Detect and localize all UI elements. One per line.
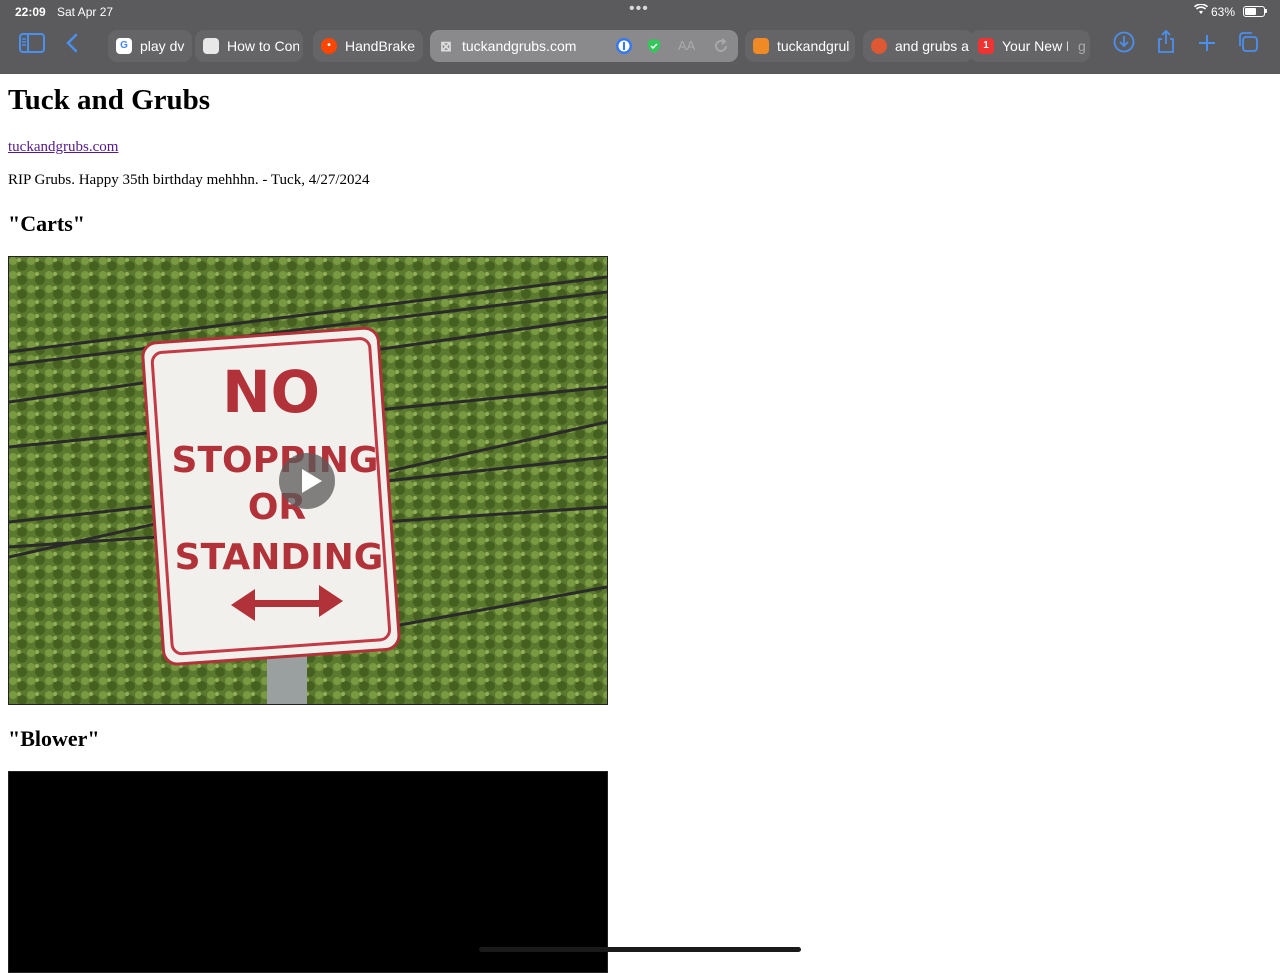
play-icon: [302, 469, 322, 493]
home-indicator[interactable]: [479, 947, 801, 952]
tab-0[interactable]: G play dv f: [108, 30, 192, 62]
download-icon[interactable]: [1112, 30, 1136, 62]
shield-check-icon[interactable]: [646, 38, 662, 57]
page-title: Tuck and Grubs: [8, 84, 211, 116]
status-bar: 22:09 Sat Apr 27 ••• 63%: [0, 0, 1280, 20]
close-icon[interactable]: ⊠: [438, 38, 454, 54]
multitasking-dots-icon[interactable]: •••: [629, 0, 649, 18]
browser-chrome: 22:09 Sat Apr 27 ••• 63% G play dv f How…: [0, 0, 1280, 74]
battery-icon: [1243, 6, 1265, 17]
url-text: tuckandgrubs.com: [462, 38, 577, 54]
reddit-icon: •: [321, 38, 337, 54]
tab-3[interactable]: ⊠ tuckandgrubs.com AA: [430, 30, 738, 62]
site-link[interactable]: tuckandgrubs.com: [8, 139, 118, 156]
sign-text-standing: STANDING: [175, 537, 384, 578]
tab-label: Your New Fa: [1002, 38, 1068, 54]
tab-overflow-text: g: [1078, 38, 1086, 54]
box-icon: [753, 38, 769, 54]
reload-icon[interactable]: [712, 37, 730, 58]
tab-5[interactable]: and grubs a: [863, 30, 973, 62]
battery-percent: 63%: [1211, 5, 1236, 19]
tab-label: HandBrake: [345, 38, 416, 54]
video-title-carts: "Carts": [8, 211, 85, 236]
duckduckgo-icon: [871, 38, 887, 54]
back-icon[interactable]: [62, 30, 82, 62]
google-icon: G: [116, 38, 132, 54]
tab-label: play dv f: [140, 38, 188, 54]
wifi-icon: [1193, 3, 1209, 18]
reader-aa-icon[interactable]: AA: [678, 38, 695, 53]
share-icon[interactable]: [1154, 29, 1178, 62]
app-icon: 1: [978, 38, 994, 54]
video-title-blower: "Blower": [8, 726, 100, 751]
apple-icon: [203, 38, 219, 54]
video-player-blower[interactable]: [8, 771, 608, 973]
tab-6[interactable]: 1 Your New Fa g: [970, 30, 1090, 62]
tab-label: How to Con: [227, 38, 299, 54]
status-time: 22:09: [15, 5, 46, 19]
message-text: RIP Grubs. Happy 35th birthday mehhhn. -…: [8, 172, 370, 188]
video-player-carts[interactable]: NO STOPPING OR STANDING: [8, 256, 608, 705]
status-date: Sat Apr 27: [57, 5, 114, 19]
tab-2[interactable]: • HandBrake: [313, 30, 423, 62]
tab-overview-icon[interactable]: [1236, 30, 1260, 62]
sign-text-stopping: STOPPING: [172, 440, 379, 481]
password-icon[interactable]: [615, 37, 633, 58]
sign-text-no: NO: [222, 358, 320, 426]
new-tab-icon[interactable]: [1195, 30, 1219, 62]
tab-4[interactable]: tuckandgrul: [745, 30, 855, 62]
tab-label: tuckandgrul: [777, 38, 850, 54]
tab-label: and grubs a: [895, 38, 969, 54]
tab-1[interactable]: How to Con: [195, 30, 303, 62]
sidebar-icon[interactable]: [18, 30, 46, 62]
